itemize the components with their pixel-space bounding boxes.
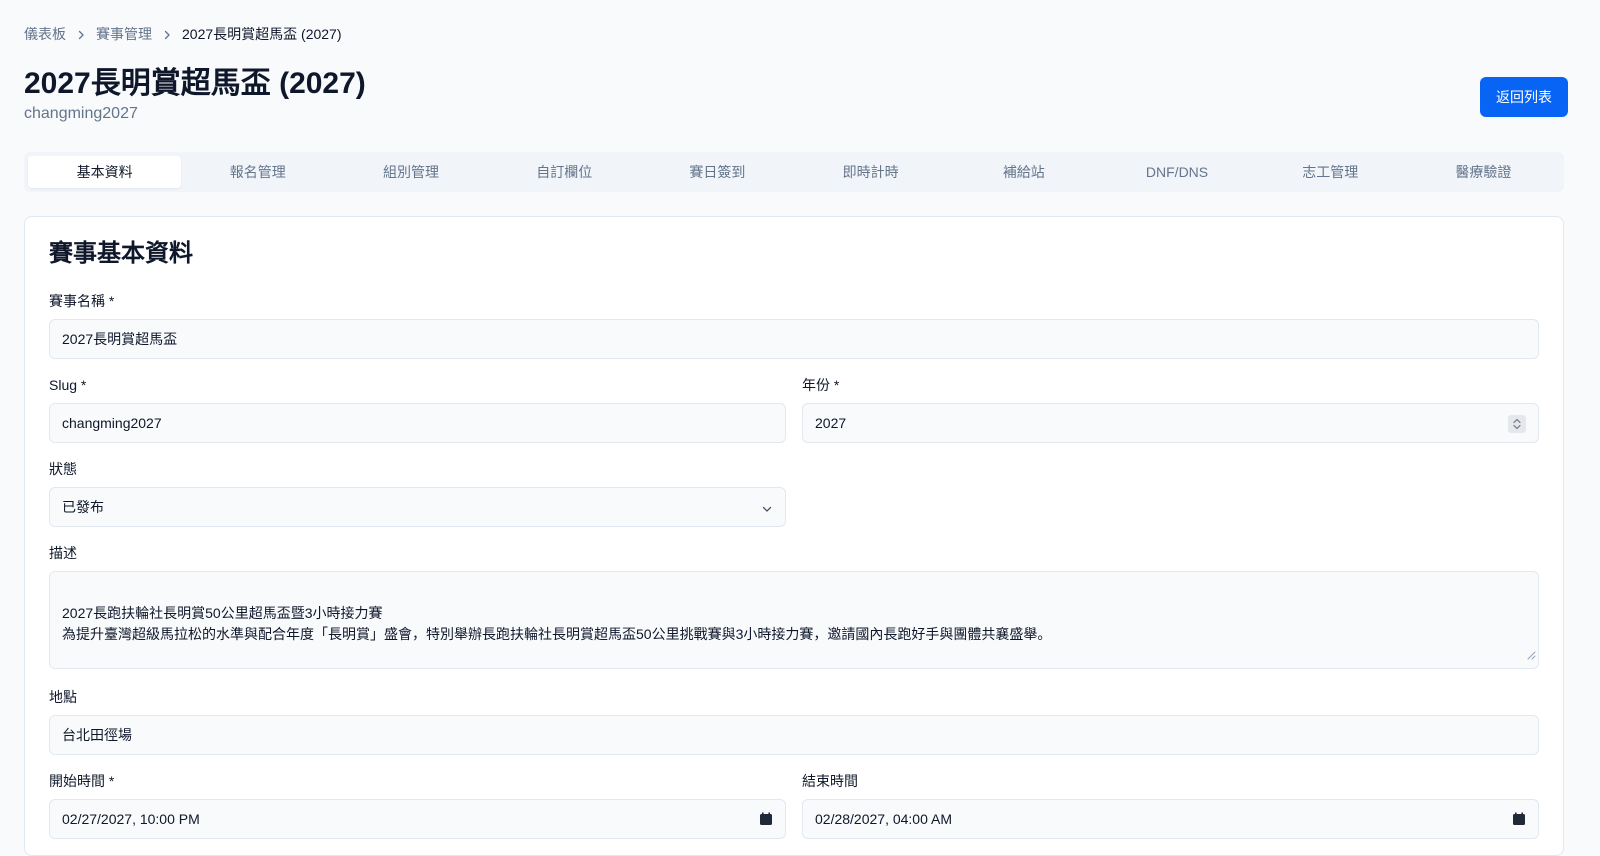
back-to-list-button[interactable]: 返回列表 [1480,77,1568,117]
location-value: 台北田徑場 [62,727,132,743]
year-label: 年份 * [802,377,840,393]
breadcrumb-current: 2027長明賞超馬盃 (2027) [182,26,342,42]
event-name-label: 賽事名稱 * [49,293,115,309]
breadcrumb: 儀表板 賽事管理 2027長明賞超馬盃 (2027) [24,24,342,44]
tab-bar: 基本資料 報名管理 組別管理 自訂欄位 賽日簽到 即時計時 補給站 DNF/DN… [24,152,1564,192]
tab-dnf-dns[interactable]: DNF/DNS [1100,156,1253,188]
page-subtitle: changming2027 [24,105,138,122]
tab-basic-info[interactable]: 基本資料 [28,156,182,188]
breadcrumb-dashboard-link[interactable]: 儀表板 [24,24,66,44]
chevron-down-icon [761,502,773,518]
tab-checkin[interactable]: 賽日簽到 [641,156,794,188]
year-value: 2027 [815,415,847,431]
start-time-field: 開始時間 * 02/27/2027, 10:00 PM [49,771,786,839]
calendar-icon[interactable] [1512,812,1526,829]
resize-handle-icon[interactable] [1526,624,1536,666]
year-field: 年份 * 2027 [802,375,1539,443]
event-info-card: 賽事基本資料 賽事名稱 * 2027長明賞超馬盃 Slug * changmin… [24,216,1564,856]
end-time-label: 結束時間 [802,773,858,789]
status-select[interactable]: 已發布 [49,487,786,527]
page-title: 2027長明賞超馬盃 (2027) [24,67,366,100]
tab-aid-stations[interactable]: 補給站 [947,156,1100,188]
calendar-icon[interactable] [759,812,773,829]
end-time-field: 結束時間 02/28/2027, 04:00 AM [802,771,1539,839]
start-time-input[interactable]: 02/27/2027, 10:00 PM [49,799,786,839]
tab-custom-fields[interactable]: 自訂欄位 [488,156,641,188]
status-field: 狀態 已發布 [49,459,786,527]
event-name-field: 賽事名稱 * 2027長明賞超馬盃 [49,291,1539,359]
location-input[interactable]: 台北田徑場 [49,715,1539,755]
tab-live-timing[interactable]: 即時計時 [794,156,947,188]
tab-categories[interactable]: 組別管理 [334,156,487,188]
event-name-input[interactable]: 2027長明賞超馬盃 [49,319,1539,359]
start-time-label: 開始時間 * [49,773,115,789]
chevron-right-icon [66,27,96,41]
end-time-input[interactable]: 02/28/2027, 04:00 AM [802,799,1539,839]
year-input[interactable]: 2027 [802,403,1539,443]
description-textarea[interactable]: 2027長跑扶輪社長明賞50公里超馬盃暨3小時接力賽 為提升臺灣超級馬拉松的水準… [49,571,1539,669]
end-time-value: 02/28/2027, 04:00 AM [815,811,952,827]
tab-medical[interactable]: 醫療驗證 [1407,156,1560,188]
slug-label: Slug * [49,377,87,393]
description-label: 描述 [49,545,77,561]
status-label: 狀態 [49,461,77,477]
card-title: 賽事基本資料 [49,240,193,267]
status-value: 已發布 [62,499,104,515]
number-stepper-icon[interactable] [1508,415,1526,436]
start-time-value: 02/27/2027, 10:00 PM [62,811,200,827]
slug-input[interactable]: changming2027 [49,403,786,443]
slug-value: changming2027 [62,415,162,431]
description-field: 描述 2027長跑扶輪社長明賞50公里超馬盃暨3小時接力賽 為提升臺灣超級馬拉松… [49,543,1539,669]
tab-volunteers[interactable]: 志工管理 [1254,156,1407,188]
location-label: 地點 [49,689,77,705]
description-value: 2027長跑扶輪社長明賞50公里超馬盃暨3小時接力賽 為提升臺灣超級馬拉松的水準… [62,605,1052,642]
slug-field: Slug * changming2027 [49,375,786,443]
location-field: 地點 台北田徑場 [49,687,1539,755]
event-name-value: 2027長明賞超馬盃 [62,331,178,347]
breadcrumb-events-link[interactable]: 賽事管理 [96,24,152,44]
page-header: 2027長明賞超馬盃 (2027) changming2027 [24,66,366,125]
chevron-right-icon [152,27,182,41]
tab-registration[interactable]: 報名管理 [181,156,334,188]
